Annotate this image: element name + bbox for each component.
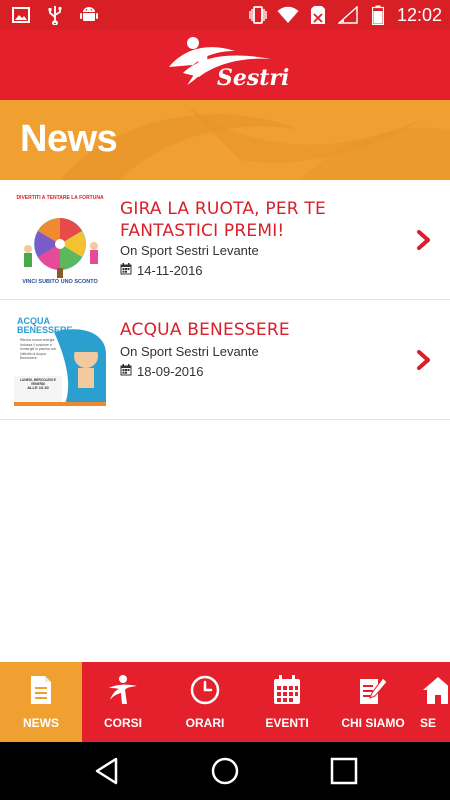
news-item[interactable]: ACQUA BENESSERE Ritrova nuova energia. I… [0, 300, 450, 420]
tab-eventi[interactable]: EVENTI [246, 662, 328, 742]
home-button-icon[interactable] [210, 756, 240, 786]
news-source: On Sport Sestri Levante [120, 344, 259, 359]
person-running-icon [109, 675, 137, 704]
recents-icon[interactable] [329, 756, 359, 786]
news-list: DIVERTITI A TENTARE LA FORTUNA SCONTI VI… [0, 180, 450, 420]
chevron-right-icon[interactable] [416, 349, 432, 371]
tab-news[interactable]: NEWS [0, 662, 82, 742]
thumb-heading: ACQUA BENESSERE [17, 316, 73, 335]
tab-home[interactable]: SE [418, 662, 448, 742]
thumb-wheel-text: SCONTI [52, 212, 68, 217]
bottom-tab-bar: NEWS CORSI ORARI EVENTI CHI SIAMO SE [0, 662, 450, 742]
logo-text: Sestri [217, 65, 290, 91]
battery-icon [367, 4, 389, 26]
android-icon [78, 4, 100, 26]
tab-label: EVENTI [265, 716, 309, 730]
tab-label: CHI SIAMO [341, 716, 405, 730]
news-date: 14-11-2016 [120, 263, 203, 278]
edit-document-icon [360, 677, 388, 704]
tab-label: SE [420, 716, 437, 730]
news-thumbnail: ACQUA BENESSERE Ritrova nuova energia. I… [14, 314, 106, 406]
news-date-text: 14-11-2016 [137, 263, 203, 278]
tab-label: ORARI [185, 716, 225, 730]
tab-orari[interactable]: ORARI [164, 662, 246, 742]
status-bar: 12:02 [0, 0, 450, 30]
news-date-text: 18-09-2016 [137, 364, 204, 379]
news-item[interactable]: DIVERTITI A TENTARE LA FORTUNA SCONTI VI… [0, 180, 450, 300]
wifi-icon [277, 4, 299, 26]
thumb-top-text: DIVERTITI A TENTARE LA FORTUNA [16, 195, 104, 201]
signal-icon [337, 4, 359, 26]
usb-icon [44, 4, 66, 26]
news-title[interactable]: ACQUA BENESSERE [120, 319, 390, 341]
document-icon [31, 676, 51, 704]
tab-chi-siamo[interactable]: CHI SIAMO [328, 662, 418, 742]
tab-label: NEWS [23, 716, 59, 730]
page-title-banner: News [0, 100, 450, 180]
tab-label: CORSI [103, 716, 142, 730]
back-icon[interactable] [92, 756, 122, 786]
system-navigation-bar [0, 742, 450, 800]
thumb-body: Ritrova nuova energia. Indossa il costum… [20, 338, 57, 360]
thumb-time: ALLE 10.30 [27, 385, 49, 390]
home-icon [423, 677, 448, 704]
app-header: Sestri [0, 30, 450, 100]
page-title: News [20, 118, 118, 160]
image-icon [10, 4, 32, 26]
no-sim-icon [307, 4, 329, 26]
news-title[interactable]: GIRA LA RUOTA, PER TE FANTASTICI PREMI! [120, 198, 390, 242]
news-source: On Sport Sestri Levante [120, 243, 259, 258]
news-thumbnail: DIVERTITI A TENTARE LA FORTUNA SCONTI VI… [14, 194, 106, 286]
sestri-logo[interactable]: Sestri [165, 33, 289, 97]
thumb-bottom-text: VINCI SUBITO UNO SCONTO [22, 279, 98, 285]
calendar-icon [120, 364, 132, 379]
vibrate-icon [247, 4, 269, 26]
tab-corsi[interactable]: CORSI [82, 662, 164, 742]
news-date: 18-09-2016 [120, 364, 204, 379]
chevron-right-icon[interactable] [416, 229, 432, 251]
calendar-icon [274, 675, 300, 704]
clock-time: 12:02 [396, 4, 442, 25]
clock-icon [190, 675, 220, 705]
calendar-icon [120, 263, 132, 278]
